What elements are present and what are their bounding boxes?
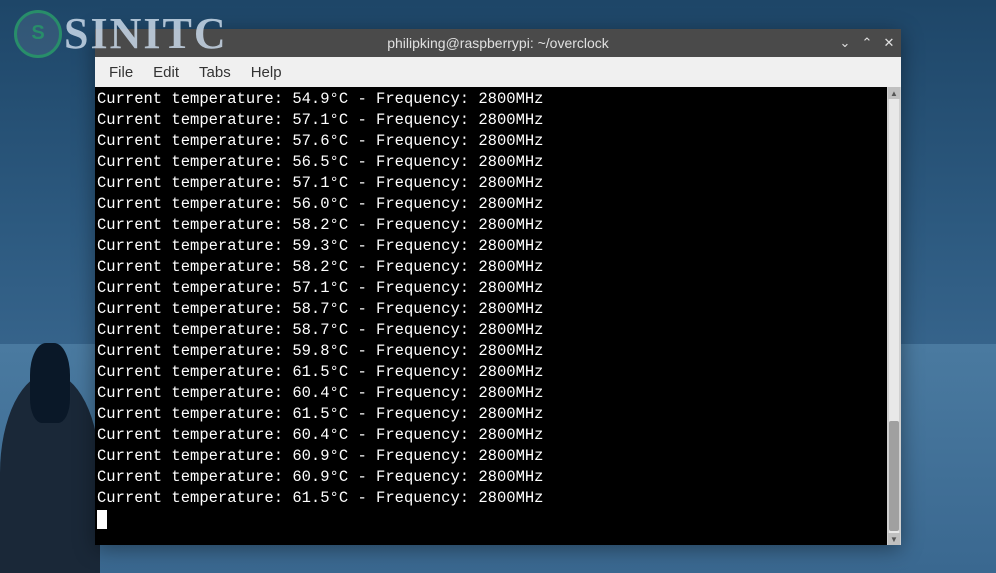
menu-edit[interactable]: Edit	[149, 62, 183, 83]
terminal-line: Current temperature: 58.2°C - Frequency:…	[97, 257, 885, 278]
terminal-line: Current temperature: 60.4°C - Frequency:…	[97, 383, 885, 404]
scrollbar-down-button[interactable]: ▼	[888, 533, 900, 545]
terminal-line: Current temperature: 60.9°C - Frequency:…	[97, 467, 885, 488]
terminal-line: Current temperature: 56.0°C - Frequency:…	[97, 194, 885, 215]
minimize-button[interactable]: ⌄	[837, 35, 853, 51]
terminal-output[interactable]: Current temperature: 54.9°C - Frequency:…	[95, 87, 887, 545]
terminal-line: Current temperature: 57.1°C - Frequency:…	[97, 278, 885, 299]
terminal-line: Current temperature: 58.7°C - Frequency:…	[97, 320, 885, 341]
terminal-line: Current temperature: 57.1°C - Frequency:…	[97, 173, 885, 194]
terminal-line: Current temperature: 61.5°C - Frequency:…	[97, 404, 885, 425]
terminal-line: Current temperature: 60.4°C - Frequency:…	[97, 425, 885, 446]
watermark-logo: S	[14, 10, 62, 58]
terminal-line: Current temperature: 54.9°C - Frequency:…	[97, 89, 885, 110]
menu-bar: File Edit Tabs Help	[95, 57, 901, 87]
terminal-line: Current temperature: 59.8°C - Frequency:…	[97, 341, 885, 362]
terminal-cursor	[97, 510, 107, 529]
menu-file[interactable]: File	[105, 62, 137, 83]
terminal-window: philipking@raspberrypi: ~/overclock ⌄ ⌃ …	[95, 29, 901, 545]
terminal-line: Current temperature: 58.2°C - Frequency:…	[97, 215, 885, 236]
terminal-line: Current temperature: 59.3°C - Frequency:…	[97, 236, 885, 257]
terminal-line: Current temperature: 56.5°C - Frequency:…	[97, 152, 885, 173]
close-button[interactable]: ✕	[881, 35, 897, 51]
watermark-brand-text: SINITC	[64, 8, 228, 59]
wallpaper-bird	[30, 343, 70, 423]
terminal-body: Current temperature: 54.9°C - Frequency:…	[95, 87, 901, 545]
terminal-line: Current temperature: 57.1°C - Frequency:…	[97, 110, 885, 131]
maximize-button[interactable]: ⌃	[859, 35, 875, 51]
terminal-line: Current temperature: 60.9°C - Frequency:…	[97, 446, 885, 467]
menu-help[interactable]: Help	[247, 62, 286, 83]
scrollbar-thumb[interactable]	[889, 421, 899, 531]
terminal-line: Current temperature: 58.7°C - Frequency:…	[97, 299, 885, 320]
terminal-line: Current temperature: 61.5°C - Frequency:…	[97, 362, 885, 383]
terminal-line: Current temperature: 57.6°C - Frequency:…	[97, 131, 885, 152]
scrollbar-up-button[interactable]: ▲	[888, 87, 900, 99]
terminal-cursor-line	[97, 509, 885, 530]
watermark: S SINITC	[14, 8, 228, 59]
scrollbar[interactable]: ▲ ▼	[887, 87, 901, 545]
menu-tabs[interactable]: Tabs	[195, 62, 235, 83]
terminal-line: Current temperature: 61.5°C - Frequency:…	[97, 488, 885, 509]
window-controls: ⌄ ⌃ ✕	[837, 35, 897, 51]
